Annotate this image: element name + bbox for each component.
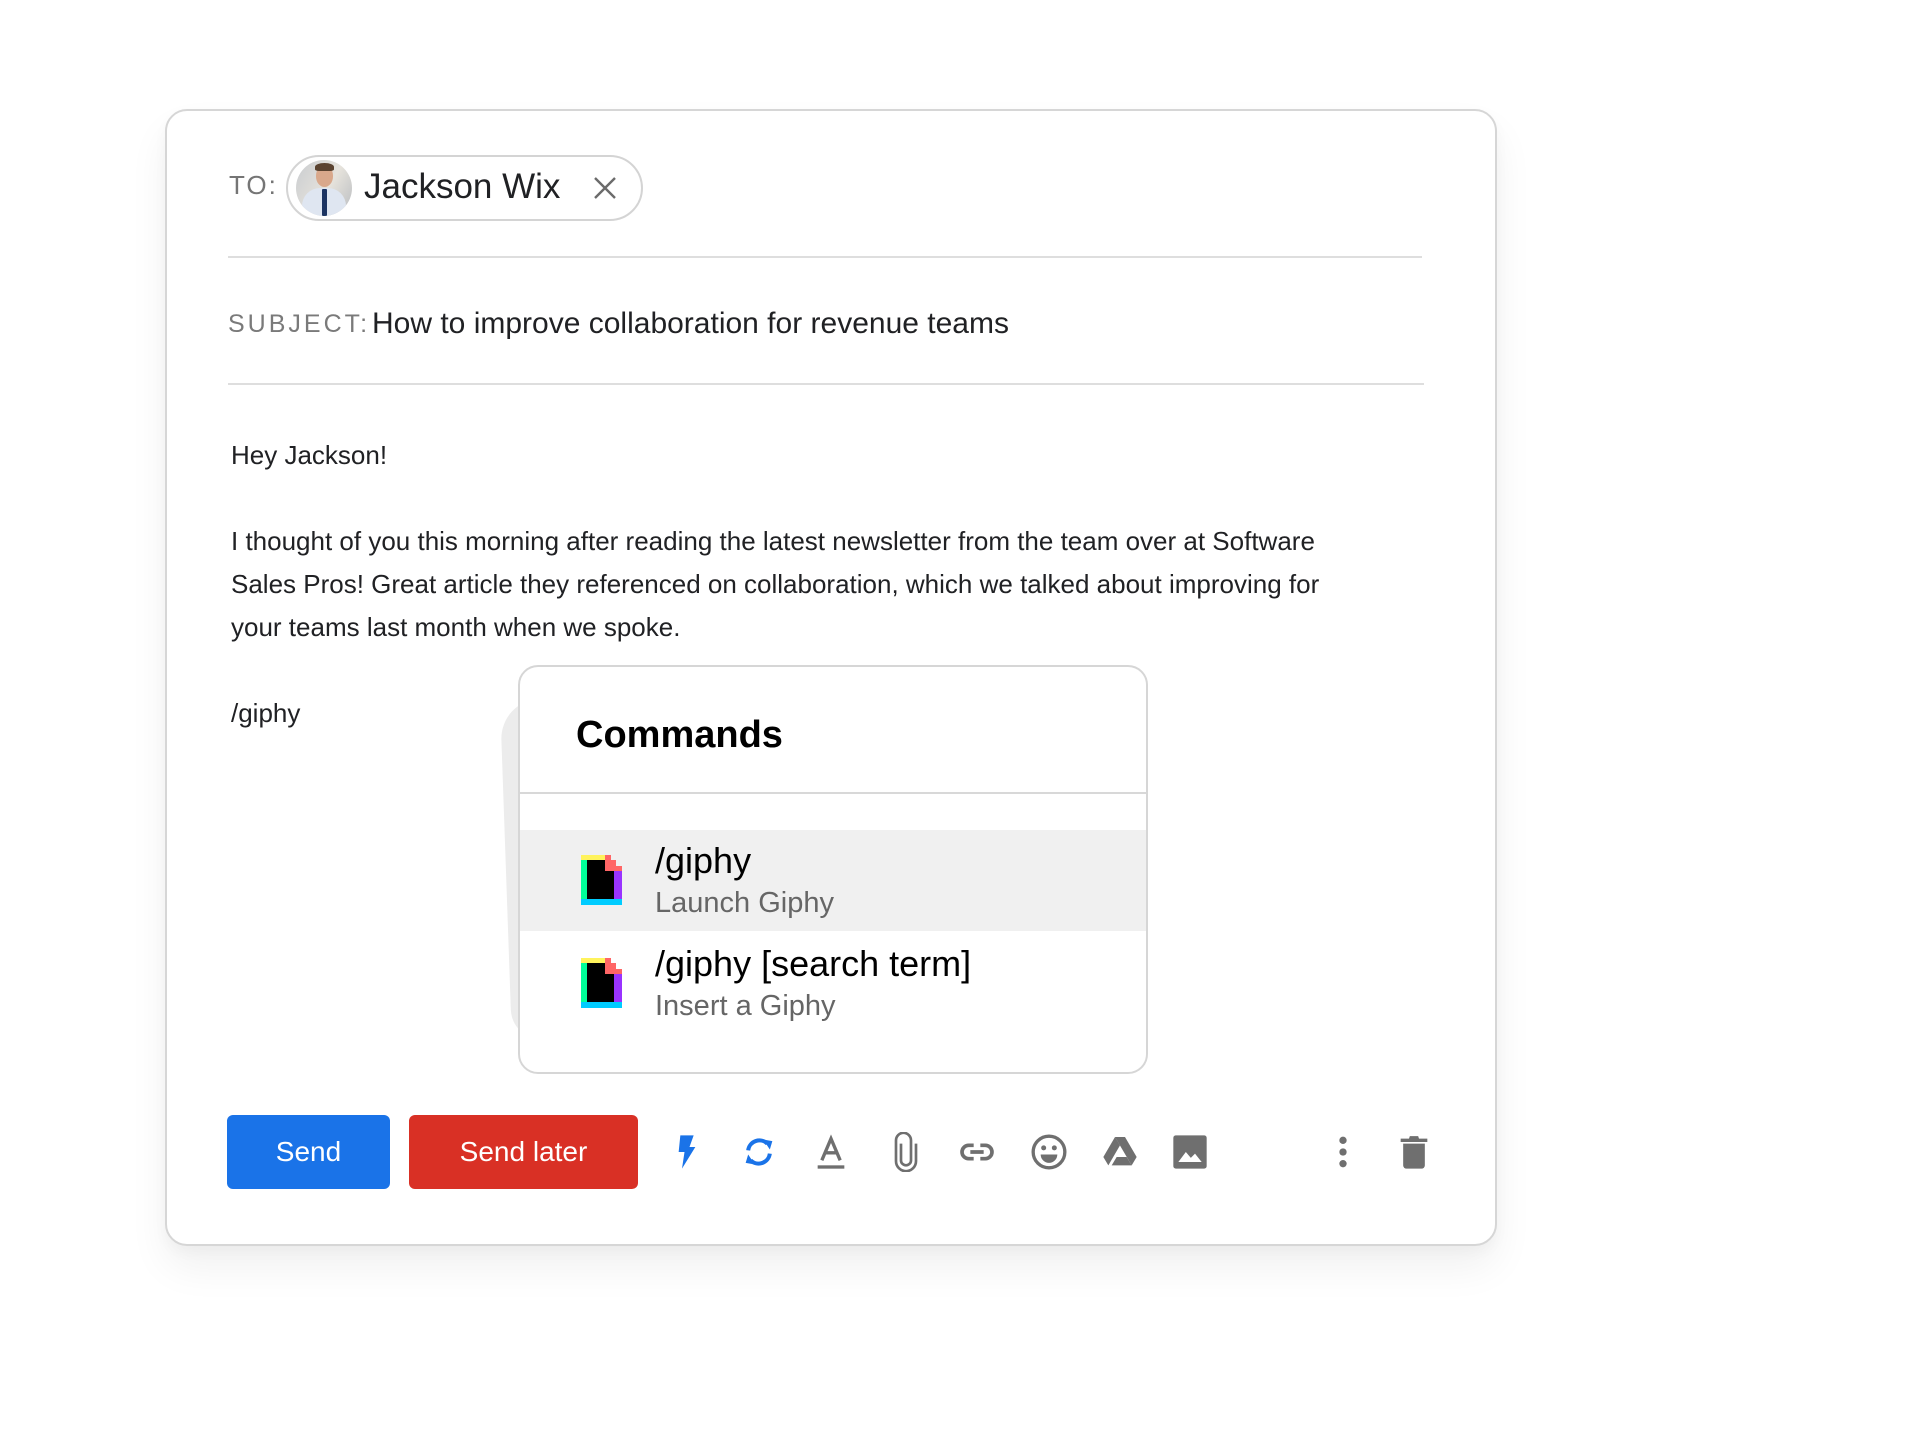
text-format-icon[interactable] bbox=[810, 1131, 852, 1173]
more-vert-icon[interactable] bbox=[1322, 1131, 1364, 1173]
command-item-giphy-search[interactable]: /giphy [search term] Insert a Giphy bbox=[520, 933, 1146, 1034]
trash-icon[interactable] bbox=[1393, 1131, 1435, 1173]
command-subtitle: Insert a Giphy bbox=[655, 990, 836, 1022]
command-subtitle: Launch Giphy bbox=[655, 887, 834, 919]
lightning-icon[interactable] bbox=[666, 1131, 708, 1173]
body-line[interactable]: Sales Pros! Great article they reference… bbox=[231, 563, 1441, 606]
giphy-icon bbox=[581, 958, 622, 1008]
close-icon[interactable] bbox=[592, 175, 618, 201]
sync-icon[interactable] bbox=[738, 1131, 780, 1173]
attachment-icon[interactable] bbox=[885, 1131, 927, 1173]
commands-popover: Commands /giphy Launch Giphy /giphy [sea… bbox=[518, 665, 1148, 1074]
body-greeting[interactable]: Hey Jackson! bbox=[231, 434, 1441, 477]
link-icon[interactable] bbox=[956, 1131, 998, 1173]
command-title: /giphy [search term] bbox=[655, 943, 972, 984]
subject-label: SUBJECT: bbox=[228, 310, 371, 338]
command-item-giphy[interactable]: /giphy Launch Giphy bbox=[520, 830, 1146, 931]
giphy-icon bbox=[581, 855, 622, 905]
body-line[interactable]: I thought of you this morning after read… bbox=[231, 520, 1441, 563]
body-line[interactable]: your teams last month when we spoke. bbox=[231, 606, 1441, 649]
subject-divider bbox=[228, 383, 1424, 385]
subject-field[interactable]: How to improve collaboration for revenue… bbox=[372, 306, 1009, 342]
drive-icon[interactable] bbox=[1099, 1131, 1141, 1173]
command-title: /giphy bbox=[655, 840, 752, 881]
send-later-button[interactable]: Send later bbox=[409, 1115, 638, 1189]
to-label: TO: bbox=[229, 170, 278, 200]
send-button[interactable]: Send bbox=[227, 1115, 390, 1189]
popover-divider bbox=[520, 792, 1146, 794]
image-icon[interactable] bbox=[1169, 1131, 1211, 1173]
popover-title: Commands bbox=[576, 714, 783, 756]
emoji-icon[interactable] bbox=[1028, 1131, 1070, 1173]
command-input-text[interactable]: /giphy bbox=[231, 692, 431, 735]
to-divider bbox=[228, 256, 1422, 258]
avatar bbox=[296, 160, 352, 216]
recipient-name: Jackson Wix bbox=[364, 167, 561, 206]
